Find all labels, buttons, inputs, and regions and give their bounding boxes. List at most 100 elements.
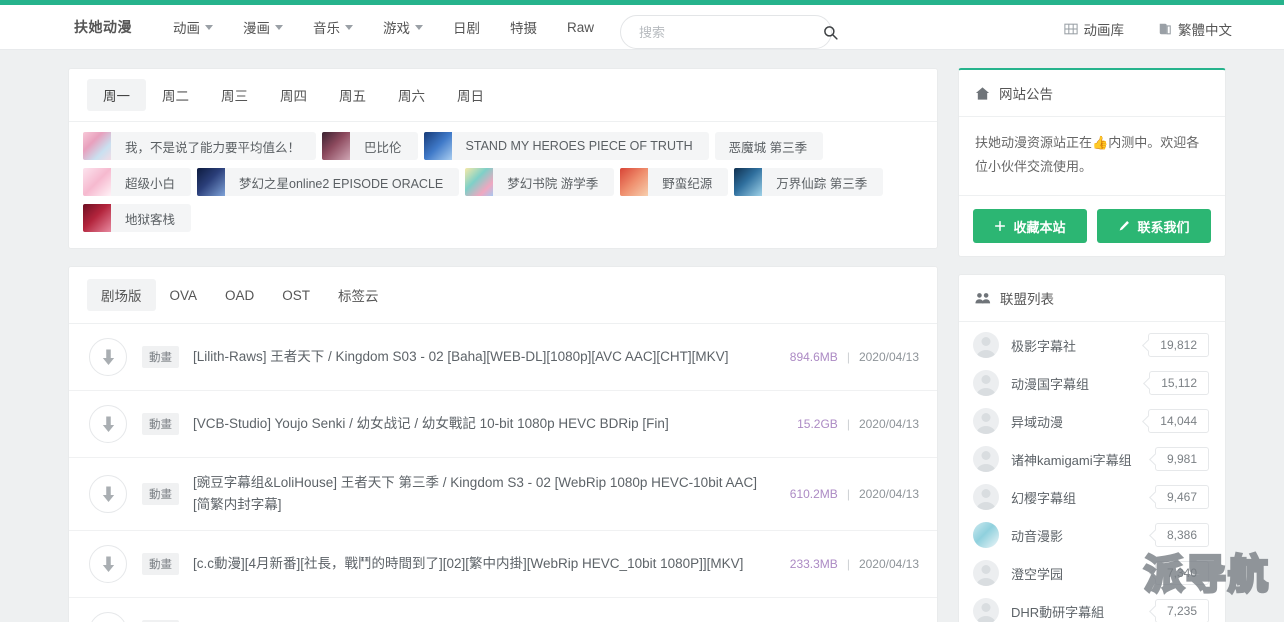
pencil-icon xyxy=(1118,220,1130,232)
anime-tag-label: 地狱客栈 xyxy=(125,209,175,228)
nav-item-label: 动画 xyxy=(173,17,200,37)
home-icon xyxy=(975,86,990,101)
anime-tag[interactable]: 巴比伦 xyxy=(322,132,418,160)
ally-count-badge: 15,112 xyxy=(1149,371,1209,395)
ally-list-item[interactable]: DHR動研字幕組7,235 xyxy=(959,592,1225,622)
weekday-tab-4[interactable]: 周四 xyxy=(264,79,323,111)
download-title[interactable]: [豌豆字幕组&LoliHouse] 王者天下 第三季 / Kingdom S3 … xyxy=(193,472,774,516)
header-link-language[interactable]: 繁體中文 xyxy=(1158,19,1232,39)
nav-item-label: Raw xyxy=(567,20,594,35)
list-tab-3[interactable]: OAD xyxy=(211,282,268,309)
download-title[interactable]: [Lilith-Raws] 王者天下 / Kingdom S03 - 02 [B… xyxy=(193,346,774,368)
ally-list-item[interactable]: 澄空学园7,340 xyxy=(959,554,1225,592)
list-tab-2[interactable]: OVA xyxy=(156,282,212,309)
download-date: 2020/04/13 xyxy=(859,487,919,501)
anime-tag[interactable]: 我，不是说了能力要平均值么！ xyxy=(83,132,316,160)
announcement-buttons: 收藏本站 联系我们 xyxy=(959,196,1225,256)
ally-count-badge: 7,340 xyxy=(1155,561,1209,585)
nav-item-7[interactable]: Raw xyxy=(552,20,609,35)
ally-list-item[interactable]: 异域动漫14,044 xyxy=(959,402,1225,440)
search-input[interactable] xyxy=(637,16,817,48)
download-size: 894.6MB xyxy=(790,350,838,364)
anime-tag[interactable]: 野蛮纪源 xyxy=(620,168,728,196)
sidebar: 网站公告 扶她动漫资源站正在👍内测中。欢迎各位小伙伴交流使用。 收藏本站 xyxy=(958,68,1226,622)
anime-tag-label: 恶魔城 第三季 xyxy=(729,137,807,156)
anime-tag[interactable]: 梦幻之星online2 EPISODE ORACLE xyxy=(197,168,459,196)
announcement-text: 扶她动漫资源站正在👍内测中。欢迎各位小伙伴交流使用。 xyxy=(959,117,1225,196)
download-title[interactable]: [c.c動漫][4月新番][社長，戰鬥的時間到了][02][繁中内掛][WebR… xyxy=(193,553,774,575)
ally-list-item[interactable]: 诸神kamigami字幕组9,981 xyxy=(959,440,1225,478)
nav-item-5[interactable]: 日剧 xyxy=(438,17,495,37)
weekday-tab-5[interactable]: 周五 xyxy=(323,79,382,111)
weekday-tab-7[interactable]: 周日 xyxy=(441,79,500,111)
ally-list: 极影字幕社19,812动漫国字幕组15,112异域动漫14,044诸神kamig… xyxy=(959,322,1225,622)
download-row: 動畫 [VCB-Studio] Youjo Senki / 幼女战记 / 幼女戰記… xyxy=(69,391,937,458)
weekday-tab-3[interactable]: 周三 xyxy=(205,79,264,111)
weekday-tabs: 周一周二周三周四周五周六周日 xyxy=(69,69,937,122)
anime-tag[interactable]: 超级小白 xyxy=(83,168,191,196)
ally-list-item[interactable]: 幻樱字幕组9,467 xyxy=(959,478,1225,516)
anime-tag[interactable]: 梦幻书院 游学季 xyxy=(465,168,614,196)
chevron-down-icon xyxy=(205,25,213,30)
list-tab-5[interactable]: 标签云 xyxy=(324,279,393,311)
ally-list-item[interactable]: 动漫国字幕组15,112 xyxy=(959,364,1225,402)
nav-item-4[interactable]: 游戏 xyxy=(368,17,438,37)
anime-tag[interactable]: STAND MY HEROES PIECE OF TRUTH xyxy=(424,132,709,160)
nav-item-label: 音乐 xyxy=(313,17,340,37)
anime-thumbnail xyxy=(620,168,648,196)
nav-item-6[interactable]: 特摄 xyxy=(495,17,552,37)
avatar xyxy=(973,332,999,358)
download-title[interactable]: [VCB-Studio] Youjo Senki / 幼女战记 / 幼女戰記 1… xyxy=(193,413,781,435)
bookmark-site-button[interactable]: 收藏本站 xyxy=(973,209,1087,243)
anime-tag[interactable]: 恶魔城 第三季 xyxy=(715,132,823,160)
download-category-badge[interactable]: 動畫 xyxy=(142,483,179,505)
anime-tag[interactable]: 万界仙踪 第三季 xyxy=(734,168,883,196)
nav-item-2[interactable]: 漫画 xyxy=(228,17,298,37)
avatar xyxy=(973,408,999,434)
download-button[interactable] xyxy=(89,338,127,376)
download-row: 動畫 [Lilith-Raws] 王者天下 / Kingdom S03 - 02 … xyxy=(69,324,937,391)
weekday-tab-6[interactable]: 周六 xyxy=(382,79,441,111)
search-button[interactable] xyxy=(817,16,844,48)
nav-item-1[interactable]: 动画 xyxy=(158,17,228,37)
anime-tag-label: 万界仙踪 第三季 xyxy=(776,173,867,192)
download-button[interactable] xyxy=(89,475,127,513)
bookmark-site-label: 收藏本站 xyxy=(1013,217,1065,236)
ally-list-item[interactable]: 动音漫影8,386 xyxy=(959,516,1225,554)
anime-tag-label: 巴比伦 xyxy=(364,137,402,156)
weekday-tab-2[interactable]: 周二 xyxy=(146,79,205,111)
avatar xyxy=(973,598,999,622)
contact-us-label: 联系我们 xyxy=(1137,217,1189,236)
download-button[interactable] xyxy=(89,545,127,583)
meta-separator: | xyxy=(847,557,850,571)
nav-item-label: 漫画 xyxy=(243,17,270,37)
avatar xyxy=(973,370,999,396)
download-category-badge[interactable]: 動畫 xyxy=(142,413,179,435)
ally-list-item[interactable]: 极影字幕社19,812 xyxy=(959,326,1225,364)
download-arrow-icon xyxy=(100,348,117,367)
nav-item-label: 日剧 xyxy=(453,17,480,37)
anime-tag[interactable]: 地狱客栈 xyxy=(83,204,191,232)
download-button[interactable] xyxy=(89,405,127,443)
anime-thumbnail xyxy=(465,168,493,196)
download-category-badge[interactable]: 動畫 xyxy=(142,553,179,575)
users-icon xyxy=(975,291,991,306)
list-tab-1[interactable]: 剧场版 xyxy=(87,279,156,311)
ally-count-badge: 9,467 xyxy=(1155,485,1209,509)
nav-item-3[interactable]: 音乐 xyxy=(298,17,368,37)
avatar xyxy=(973,446,999,472)
chevron-down-icon xyxy=(275,25,283,30)
site-brand[interactable]: 扶她动漫 xyxy=(74,17,132,37)
ally-count-badge: 8,386 xyxy=(1155,523,1209,547)
list-tab-4[interactable]: OST xyxy=(268,282,324,309)
thumbs-up-icon: 👍 xyxy=(1092,135,1108,150)
download-button[interactable] xyxy=(89,612,127,622)
weekday-tab-1[interactable]: 周一 xyxy=(87,79,146,111)
search-box[interactable] xyxy=(620,15,832,49)
page-body: 周一周二周三周四周五周六周日 我，不是说了能力要平均值么！ 巴比伦 STAND MY… xyxy=(0,51,1284,622)
download-category-badge[interactable]: 動畫 xyxy=(142,346,179,368)
ally-name: 动音漫影 xyxy=(1011,526,1155,545)
contact-us-button[interactable]: 联系我们 xyxy=(1097,209,1211,243)
download-date: 2020/04/13 xyxy=(859,557,919,571)
header-link-library[interactable]: 动画库 xyxy=(1064,19,1125,39)
